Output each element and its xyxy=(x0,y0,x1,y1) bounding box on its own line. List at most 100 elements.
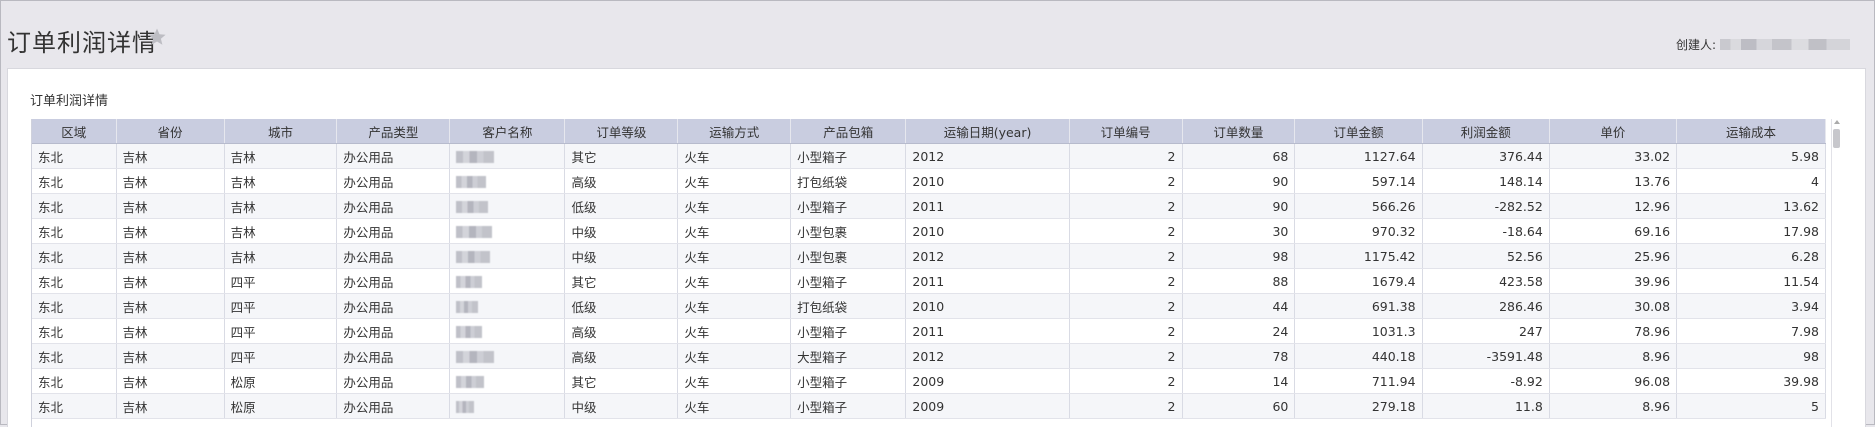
table-cell: 7.98 xyxy=(1676,318,1826,344)
table-cell: 小型箱子 xyxy=(790,193,907,219)
table-cell: 吉林 xyxy=(116,318,225,344)
table-cell: 火车 xyxy=(677,293,792,319)
table-cell: 吉林 xyxy=(224,143,338,169)
table-cell: 小型包裹 xyxy=(790,243,907,269)
table-cell: 60 xyxy=(1182,393,1296,419)
table-cell: 东北 xyxy=(32,218,117,244)
table-cell: 火车 xyxy=(677,393,792,419)
table-cell: 11.8 xyxy=(1422,393,1550,419)
table-row[interactable]: 东北 吉林 吉林 办公用品 中级 火车 小型包裹 2012 2 98 1175.42 52.56 25.… xyxy=(32,243,1826,269)
table-cell: 68 xyxy=(1182,143,1296,169)
table-cell xyxy=(449,368,566,394)
table-cell: 24 xyxy=(1182,318,1296,344)
column-header[interactable]: 城市 xyxy=(224,119,338,144)
table-cell: 39.98 xyxy=(1676,368,1826,394)
table-cell: -282.52 xyxy=(1422,193,1550,219)
customer-name-redacted xyxy=(456,401,475,413)
column-header[interactable]: 订单编号 xyxy=(1069,119,1183,144)
table-cell: 吉林 xyxy=(224,193,338,219)
column-header[interactable]: 省份 xyxy=(116,119,225,144)
table-cell: 松原 xyxy=(224,393,338,419)
table-cell: 566.26 xyxy=(1294,193,1423,219)
table-cell: 17.98 xyxy=(1676,218,1826,244)
customer-name-redacted xyxy=(456,176,487,188)
table-cell: 吉林 xyxy=(116,168,225,194)
table-cell: 四平 xyxy=(224,343,338,369)
table-row[interactable]: 东北 吉林 吉林 办公用品 高级 火车 打包纸袋 2010 2 90 597.14 148.14 13.… xyxy=(32,168,1826,194)
table-row[interactable]: 东北 吉林 四平 办公用品 高级 火车 小型箱子 2011 2 24 1031.3 247 78.96 7… xyxy=(32,318,1826,344)
table-cell: 东北 xyxy=(32,343,117,369)
star-icon[interactable] xyxy=(147,27,167,47)
table-cell: 小型包裹 xyxy=(790,218,907,244)
table-cell: 78.96 xyxy=(1549,318,1678,344)
table-cell: 2011 xyxy=(905,193,1070,219)
table-cell: 2 xyxy=(1069,193,1183,219)
table-cell: 12.96 xyxy=(1549,193,1678,219)
scroll-thumb[interactable] xyxy=(1833,129,1840,148)
table-cell: 吉林 xyxy=(224,243,338,269)
column-header[interactable]: 订单等级 xyxy=(564,119,679,144)
table-cell: 2 xyxy=(1069,218,1183,244)
table-row[interactable]: 东北 吉林 四平 办公用品 低级 火车 打包纸袋 2010 2 44 691.38 286.46 30.… xyxy=(32,293,1826,319)
table-cell xyxy=(449,393,566,419)
column-header[interactable]: 运输成本 xyxy=(1676,119,1826,144)
table-cell: 火车 xyxy=(677,218,792,244)
table-cell: 吉林 xyxy=(116,268,225,294)
table-row[interactable]: 东北 吉林 四平 办公用品 高级 火车 大型箱子 2012 2 78 440.18 -3591.48 8… xyxy=(32,343,1826,369)
column-header[interactable]: 产品包箱 xyxy=(790,119,907,144)
table-cell: 办公用品 xyxy=(336,143,451,169)
table-cell: 2 xyxy=(1069,143,1183,169)
vertical-scrollbar[interactable] xyxy=(1831,119,1842,427)
panel-title: 订单利润详情 xyxy=(30,94,109,109)
table-cell: 98 xyxy=(1676,343,1826,369)
table-cell: 96.08 xyxy=(1549,368,1678,394)
table-cell: 办公用品 xyxy=(336,318,451,344)
table-cell: 东北 xyxy=(32,368,117,394)
table-cell: 火车 xyxy=(677,193,792,219)
table-body: 东北 吉林 吉林 办公用品 其它 火车 小型箱子 2012 2 68 1127.64 376.44 33… xyxy=(32,143,1826,419)
table-cell: 25.96 xyxy=(1549,243,1678,269)
table-row[interactable]: 东北 吉林 吉林 办公用品 低级 火车 小型箱子 2011 2 90 566.26 -282.52 12… xyxy=(32,193,1826,219)
table-cell: 711.94 xyxy=(1294,368,1423,394)
table-cell: 小型箱子 xyxy=(790,143,907,169)
table-row[interactable]: 东北 吉林 松原 办公用品 其它 火车 小型箱子 2009 2 14 711.94 -8.92 96.0… xyxy=(32,368,1826,394)
column-header[interactable]: 利润金额 xyxy=(1422,119,1550,144)
table-row[interactable]: 东北 吉林 松原 办公用品 中级 火车 小型箱子 2009 2 60 279.18 11.8 8.96 5 xyxy=(32,393,1826,419)
table-cell: 2010 xyxy=(905,293,1070,319)
table-cell: 1127.64 xyxy=(1294,143,1423,169)
table-cell: 办公用品 xyxy=(336,243,451,269)
column-header[interactable]: 单价 xyxy=(1549,119,1678,144)
column-header[interactable]: 产品类型 xyxy=(336,119,451,144)
column-header[interactable]: 订单数量 xyxy=(1182,119,1296,144)
table-cell xyxy=(449,218,566,244)
table-cell: 8.96 xyxy=(1549,343,1678,369)
table-row[interactable]: 东北 吉林 四平 办公用品 其它 火车 小型箱子 2011 2 88 1679.4 423.58 39.… xyxy=(32,268,1826,294)
table-cell: 11.54 xyxy=(1676,268,1826,294)
table-cell: 吉林 xyxy=(116,293,225,319)
table-cell: 东北 xyxy=(32,293,117,319)
customer-name-redacted xyxy=(456,351,495,363)
table-cell: 597.14 xyxy=(1294,168,1423,194)
table-cell: 376.44 xyxy=(1422,143,1550,169)
table-cell: -3591.48 xyxy=(1422,343,1550,369)
table-cell: 四平 xyxy=(224,318,338,344)
table-cell: 13.76 xyxy=(1549,168,1678,194)
table-row[interactable]: 东北 吉林 吉林 办公用品 其它 火车 小型箱子 2012 2 68 1127.64 376.44 33… xyxy=(32,143,1826,169)
table-row[interactable]: 东北 吉林 吉林 办公用品 中级 火车 小型包裹 2010 2 30 970.32 -18.64 69.… xyxy=(32,218,1826,244)
column-header[interactable]: 运输日期(year) xyxy=(905,119,1070,144)
table-cell: 小型箱子 xyxy=(790,268,907,294)
table-cell: 440.18 xyxy=(1294,343,1423,369)
table-cell xyxy=(449,343,566,369)
column-header[interactable]: 订单金额 xyxy=(1294,119,1423,144)
table-cell: 2 xyxy=(1069,168,1183,194)
table-cell: 2 xyxy=(1069,293,1183,319)
column-header[interactable]: 运输方式 xyxy=(677,119,792,144)
table-cell: 办公用品 xyxy=(336,368,451,394)
table-cell: 火车 xyxy=(677,318,792,344)
scroll-up-arrow-icon[interactable] xyxy=(1834,120,1840,124)
table-cell: 中级 xyxy=(564,243,679,269)
column-header[interactable]: 客户名称 xyxy=(449,119,566,144)
column-header[interactable]: 区域 xyxy=(32,119,117,144)
table-cell: 2009 xyxy=(905,368,1070,394)
table-cell: 2 xyxy=(1069,343,1183,369)
